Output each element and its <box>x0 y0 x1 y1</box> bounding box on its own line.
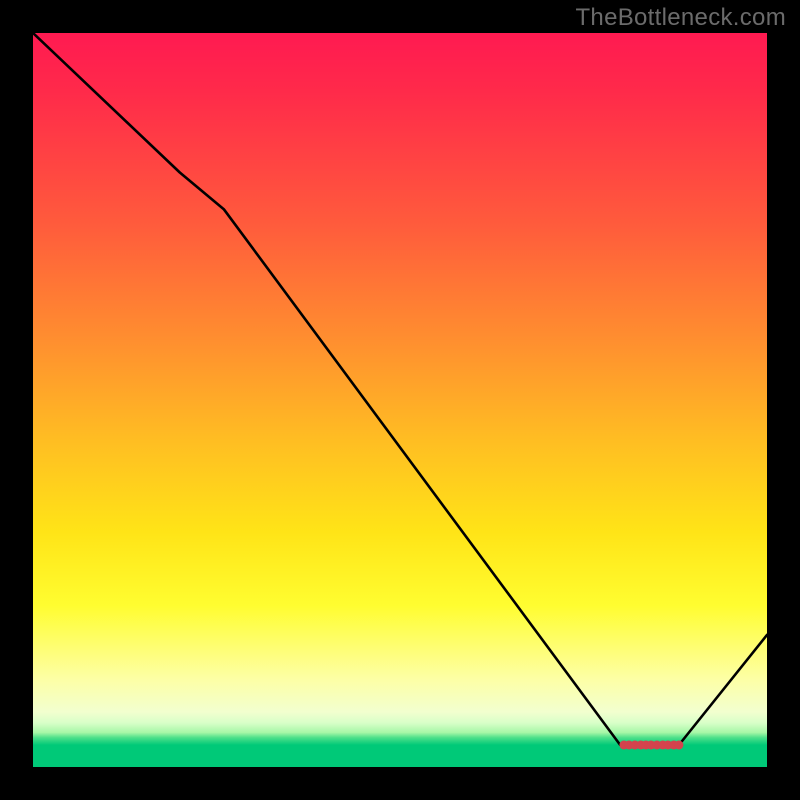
watermark-text: TheBottleneck.com <box>575 4 786 32</box>
flat-segment-markers <box>619 741 683 750</box>
chart-svg <box>33 33 767 767</box>
chart-frame: TheBottleneck.com <box>0 0 800 800</box>
line-series-curve <box>33 33 767 745</box>
marker-dot <box>674 741 683 750</box>
plot-area <box>33 33 767 767</box>
